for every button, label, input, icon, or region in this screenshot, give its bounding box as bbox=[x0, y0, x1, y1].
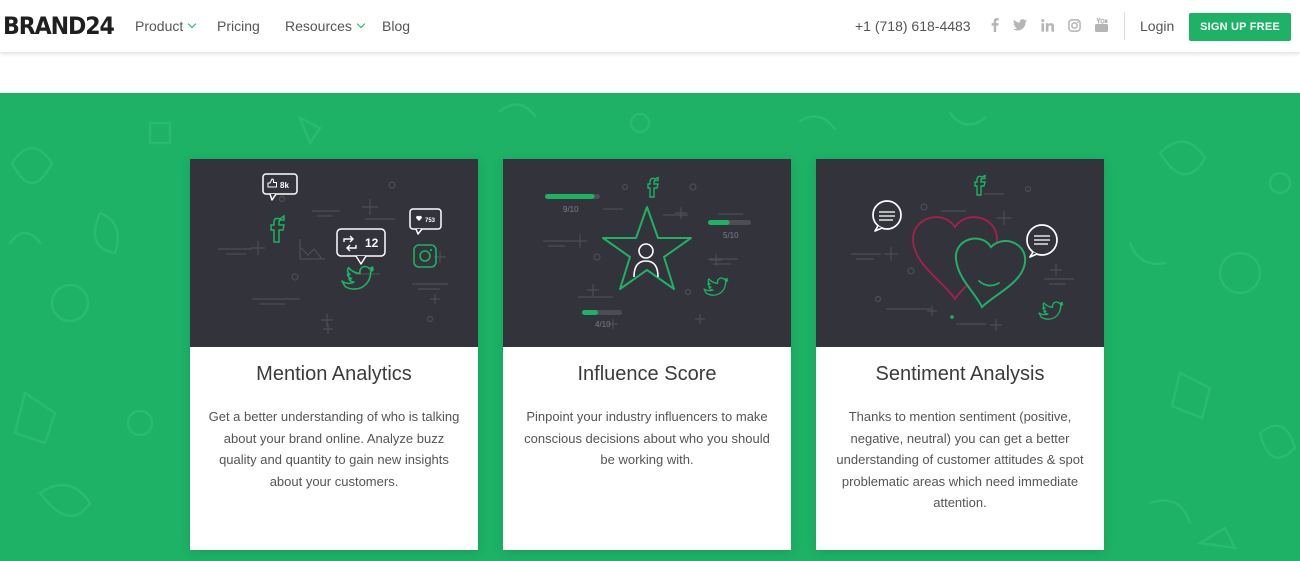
nav-blog[interactable]: Blog bbox=[382, 18, 410, 34]
chevron-down-icon bbox=[188, 19, 197, 29]
twitter-icon bbox=[1038, 301, 1064, 320]
linkedin-icon[interactable] bbox=[1040, 18, 1054, 32]
hearts-count: 753 bbox=[425, 218, 436, 224]
retweet-count: 12 bbox=[365, 236, 379, 250]
chevron-down-icon bbox=[356, 19, 366, 29]
chat-bubble-icon bbox=[872, 200, 902, 230]
twitter-icon bbox=[703, 277, 729, 296]
twitter-icon bbox=[341, 265, 375, 290]
retweet-icon bbox=[343, 235, 357, 252]
thumbs-up-icon bbox=[267, 178, 277, 188]
nav-product[interactable]: Product bbox=[135, 18, 197, 34]
likes-count: 8k bbox=[280, 181, 289, 190]
feature-card-mention-analytics: 8k 12 753 Mention Analytics Get a better… bbox=[190, 159, 478, 550]
influence-score-illustration: 9/10 5/10 4/10 bbox=[503, 159, 791, 347]
sentiment-analysis-illustration bbox=[816, 159, 1104, 347]
score-fill bbox=[545, 194, 595, 199]
header-divider bbox=[1124, 12, 1125, 40]
feature-card-influence-score: 9/10 5/10 4/10 Influence Score Pinpoint … bbox=[503, 159, 791, 550]
phone-number[interactable]: +1 (718) 618-4483 bbox=[855, 18, 971, 34]
score-label: 4/10 bbox=[595, 320, 611, 329]
facebook-icon bbox=[974, 174, 986, 196]
feature-title: Sentiment Analysis bbox=[875, 363, 1045, 385]
twitter-icon[interactable] bbox=[1013, 18, 1027, 32]
star-icon bbox=[602, 206, 692, 290]
feature-description: Get a better understanding of who is tal… bbox=[208, 409, 460, 489]
facebook-icon[interactable] bbox=[988, 18, 1002, 32]
feature-description: Thanks to mention sentiment (positive, n… bbox=[836, 409, 1084, 510]
feature-card-sentiment-analysis: Sentiment Analysis Thanks to mention sen… bbox=[816, 159, 1104, 550]
facebook-icon bbox=[647, 176, 659, 198]
instagram-icon bbox=[413, 244, 437, 268]
nav-pricing[interactable]: Pricing bbox=[217, 18, 260, 34]
score-label: 5/10 bbox=[723, 231, 739, 240]
facebook-icon bbox=[270, 214, 285, 243]
sign-up-button[interactable]: SIGN UP FREE bbox=[1189, 13, 1291, 41]
heart-icon bbox=[416, 215, 422, 221]
feature-title: Mention Analytics bbox=[256, 363, 412, 385]
feature-description: Pinpoint your industry influencers to ma… bbox=[524, 409, 770, 467]
youtube-icon[interactable] bbox=[1094, 18, 1108, 32]
nav-resources[interactable]: Resources bbox=[285, 18, 366, 34]
instagram-icon[interactable] bbox=[1067, 18, 1081, 32]
feature-title: Influence Score bbox=[577, 363, 717, 385]
smiling-heart-icon bbox=[954, 237, 1027, 309]
login-link[interactable]: Login bbox=[1140, 18, 1174, 34]
brand-logo[interactable]: BRAND24 bbox=[3, 12, 115, 40]
site-header: BRAND24 Product Pricing Resources Blog +… bbox=[0, 0, 1300, 52]
score-label: 9/10 bbox=[563, 205, 579, 214]
score-fill bbox=[708, 220, 730, 225]
mention-analytics-illustration: 8k 12 753 bbox=[190, 159, 478, 347]
person-icon bbox=[638, 243, 654, 259]
score-fill bbox=[582, 310, 598, 315]
